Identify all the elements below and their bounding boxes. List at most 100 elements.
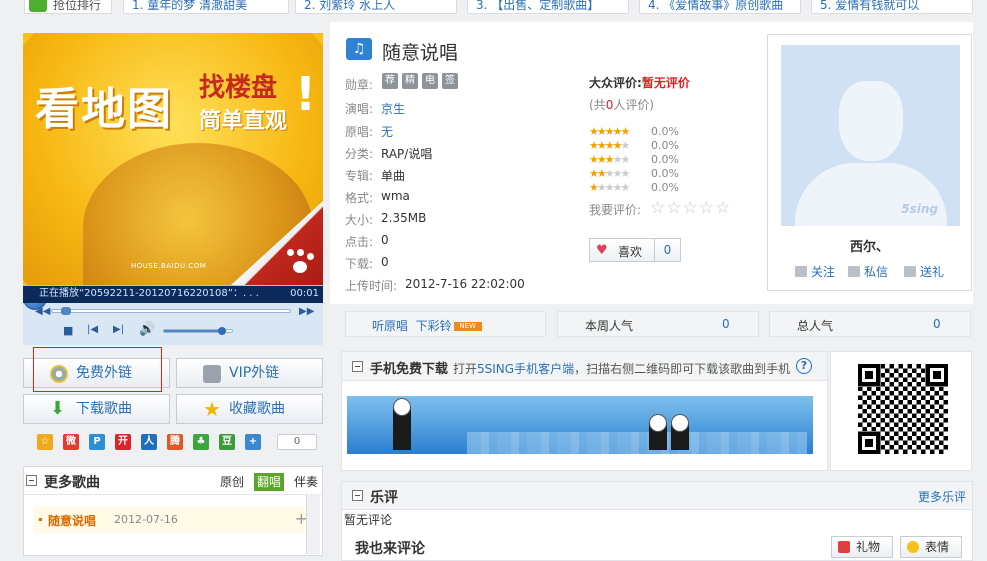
download-label: 下载歌曲	[76, 401, 132, 417]
like-count: 0	[654, 239, 680, 261]
filter-accompaniment[interactable]: 伴奏	[291, 473, 321, 491]
star-icons: ★★★★★	[589, 153, 630, 166]
new-badge: NEW	[453, 322, 482, 331]
more-share-icon[interactable]: +	[245, 434, 261, 450]
field-label: 下载:	[345, 257, 374, 271]
more-reviews-link[interactable]: 更多乐评	[918, 488, 966, 505]
help-icon[interactable]: ?	[796, 358, 812, 374]
collapse-icon[interactable]	[26, 475, 37, 486]
gift-button-label: 礼物	[856, 540, 881, 554]
renren-icon[interactable]: 人	[141, 434, 157, 450]
volume-icon[interactable]: 🔊	[139, 322, 155, 337]
clover-icon[interactable]: ♣	[193, 434, 209, 450]
message-link[interactable]: 私信	[848, 263, 888, 280]
top-tab-label: 4. 《爱情故事》原创歌曲	[648, 0, 784, 12]
douban-icon[interactable]: 豆	[219, 434, 235, 450]
top-tab-strip: 抢位排行 1. 童年的梦 清澈甜美 2. 刘紫玲 水上人 3. 【出售、定制歌曲…	[0, 0, 987, 22]
medal-recommend-icon: 荐	[382, 73, 398, 89]
volume-slider[interactable]	[163, 327, 233, 335]
collapse-icon[interactable]	[352, 490, 363, 501]
follow-link[interactable]: 关注	[795, 263, 835, 280]
song-link[interactable]: 随意说唱	[48, 512, 96, 529]
mobile-client-link[interactable]: 5SING手机客户端	[477, 362, 574, 376]
field-label: 上传时间:	[345, 279, 398, 293]
list-item[interactable]: 随意说唱 2012-07-16 +	[34, 507, 314, 533]
rating-label: 大众评价:	[589, 76, 642, 90]
vip-link-label: VIP外链	[229, 365, 280, 381]
mobile-promo-banner[interactable]	[347, 396, 813, 454]
gift-link[interactable]: 送礼	[904, 263, 944, 280]
avatar-head	[839, 81, 903, 161]
top-tab-2[interactable]: 2. 刘紫玲 水上人	[295, 0, 457, 14]
rewind-icon[interactable]: ◀◀	[35, 306, 50, 317]
top-tab-4[interactable]: 4. 《爱情故事》原创歌曲	[639, 0, 801, 14]
song-date: 2012-07-16	[114, 513, 178, 526]
user-name[interactable]: 西尔、	[767, 236, 972, 255]
medal-featured-icon: 精	[402, 73, 418, 89]
rank-label: 抢位排行	[53, 0, 102, 12]
ad-banner[interactable]: 看地图 找楼盘 简单直观 ! HOUSE.BAIDU.COM	[23, 33, 323, 285]
top-tab-5[interactable]: 5. 爱情有钱就可以	[811, 0, 973, 14]
filter-original[interactable]: 原创	[217, 473, 247, 491]
ad-tagline: 简单直观	[199, 109, 288, 134]
next-icon[interactable]: ▶|	[113, 324, 124, 335]
field-value[interactable]: 京生	[381, 100, 405, 117]
rank-button[interactable]: 抢位排行	[24, 0, 112, 14]
star-icon: ★	[203, 397, 221, 421]
total-value: 0	[933, 317, 941, 331]
seek-handle[interactable]	[61, 307, 72, 315]
medal-label: 勋章:	[345, 78, 374, 92]
rating-count-suffix: 人评价)	[613, 98, 655, 112]
list-scrollbar[interactable]	[306, 494, 320, 554]
listen-original-link[interactable]: 听原唱	[372, 319, 408, 333]
mobile-download-panel: 手机免费下载 打开5SING手机客户端，扫描右侧二维码即可下载该歌曲到手机 ?	[341, 351, 828, 471]
follow-label: 关注	[811, 265, 836, 279]
review-header: 乐评 更多乐评	[342, 482, 972, 510]
my-rating-stars[interactable]: ☆☆☆☆☆	[650, 198, 731, 218]
rating-percent: 0.0%	[651, 139, 679, 152]
avatar[interactable]: 5sing	[781, 45, 960, 226]
top-tab-3[interactable]: 3. 【出售、定制歌曲】	[467, 0, 629, 14]
play-time: 00:01	[290, 288, 319, 299]
download-button[interactable]: ⬇ 下载歌曲	[23, 394, 170, 424]
vip-link-button[interactable]: VIP外链	[176, 358, 323, 388]
field-value: 2012-7-16 22:02:00	[405, 277, 525, 291]
like-button[interactable]: ♥ 喜欢 0	[589, 238, 681, 262]
ringtone-link[interactable]: 下彩铃	[416, 319, 452, 333]
empty-review-text: 暂无评论	[344, 513, 393, 527]
medal-radio-icon: 电	[422, 73, 438, 89]
star-icons: ★★★★★	[589, 167, 630, 180]
weibo-icon[interactable]: 微	[63, 434, 79, 450]
field-label: 专辑:	[345, 169, 374, 183]
mobile-download-header: 手机免费下载 打开5SING手机客户端，扫描右侧二维码即可下载该歌曲到手机 ?	[342, 352, 827, 381]
pengyou-icon[interactable]: P	[89, 434, 105, 450]
vip-icon	[203, 365, 221, 383]
banner-figure	[393, 398, 411, 450]
star-icons: ★★★★★	[589, 139, 630, 152]
highlight-box	[33, 347, 162, 392]
gift-button[interactable]: 礼物	[831, 536, 893, 558]
previous-icon[interactable]: |◀	[87, 324, 98, 335]
more-songs-header: 更多歌曲 原创 翻唱 伴奏	[24, 467, 322, 495]
field-value[interactable]: 无	[381, 123, 393, 140]
page-title: 随意说唱	[382, 42, 459, 64]
forward-icon[interactable]: ▶▶	[299, 306, 314, 317]
volume-handle[interactable]	[217, 327, 226, 335]
rating-count: (共0人评价)	[589, 96, 654, 113]
stop-icon[interactable]: ■	[63, 324, 73, 337]
emoji-button[interactable]: 表情	[900, 536, 962, 558]
avatar-watermark: 5sing	[901, 202, 938, 216]
qr-finder	[858, 432, 880, 454]
field-label: 格式:	[345, 191, 374, 205]
kaixin-icon[interactable]: 开	[115, 434, 131, 450]
seek-slider[interactable]	[51, 307, 291, 315]
filter-cover[interactable]: 翻唱	[254, 473, 285, 491]
field-value: 0	[381, 233, 389, 247]
favorite-button[interactable]: ★ 收藏歌曲	[176, 394, 323, 424]
top-tab-1[interactable]: 1. 童年的梦 清澈甜美	[123, 0, 289, 14]
tencent-weibo-icon[interactable]: 腾	[167, 434, 183, 450]
total-label: 总人气	[797, 319, 834, 333]
qzone-icon[interactable]: ☆	[37, 434, 53, 450]
collapse-icon[interactable]	[352, 361, 363, 372]
star-icons: ★★★★★	[589, 125, 630, 138]
